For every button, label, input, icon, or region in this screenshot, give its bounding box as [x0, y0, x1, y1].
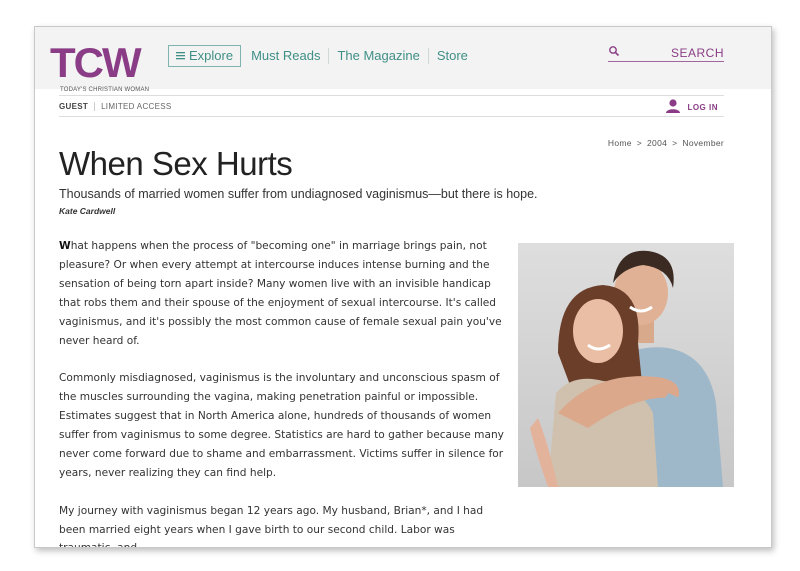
paragraph: My journey with vaginismus began 12 year… [59, 504, 484, 547]
article-subtitle: Thousands of married women suffer from u… [59, 187, 538, 201]
paragraph: Commonly misdiagnosed, vaginismus is the… [59, 372, 504, 479]
guest-status: GUEST [59, 101, 96, 111]
nav-the-magazine[interactable]: The Magazine [328, 48, 427, 64]
explore-button[interactable]: Explore [168, 45, 242, 67]
access-level: LIMITED ACCESS [101, 101, 172, 111]
main-nav: Explore Must Reads The Magazine Store [168, 45, 476, 67]
breadcrumb-month[interactable]: November [682, 138, 724, 148]
article-photo [518, 243, 734, 487]
drop-cap: W [59, 240, 71, 252]
article-author[interactable]: Kate Cardwell [59, 206, 115, 216]
breadcrumb-separator: > [636, 138, 643, 148]
login-label: LOG IN [687, 102, 718, 112]
couple-photo-illustration [518, 243, 734, 487]
menu-icon [176, 48, 185, 64]
paragraph: What happens when the process of "becomi… [59, 237, 504, 350]
page-frame: TCW Explore Must Reads The Magazine Stor… [34, 26, 772, 548]
user-icon [665, 99, 681, 115]
logo-tagline: TODAY'S CHRISTIAN WOMAN [60, 87, 150, 93]
explore-label: Explore [189, 48, 234, 63]
site-logo[interactable]: TCW [50, 41, 142, 85]
article-body: What happens when the process of "becomi… [59, 237, 504, 547]
nav-must-reads[interactable]: Must Reads [243, 48, 328, 64]
search-icon [608, 44, 620, 62]
search-label: SEARCH [670, 45, 724, 60]
breadcrumb-home[interactable]: Home [608, 138, 632, 148]
nav-store[interactable]: Store [427, 48, 476, 64]
login-button[interactable]: LOG IN [665, 99, 718, 115]
search-input[interactable]: SEARCH [608, 44, 724, 62]
breadcrumb: Home > 2004 > November [608, 138, 724, 148]
site-header: TCW Explore Must Reads The Magazine Stor… [35, 27, 771, 89]
breadcrumb-year[interactable]: 2004 [647, 138, 667, 148]
account-bar: GUEST LIMITED ACCESS LOG IN [59, 95, 724, 117]
page-title: When Sex Hurts [59, 145, 293, 182]
paragraph-text: hat happens when the process of "becomin… [59, 240, 502, 347]
breadcrumb-separator: > [672, 138, 678, 148]
